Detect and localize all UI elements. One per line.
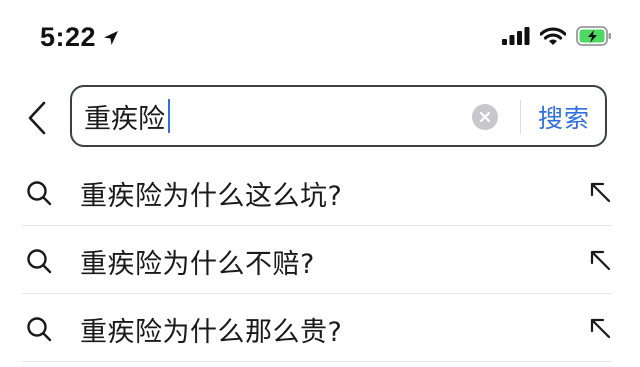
suggestion-item[interactable]: 重疾险为什么那么贵? bbox=[22, 294, 612, 362]
cellular-signal-icon bbox=[502, 27, 530, 49]
suggestion-text: 重疾险为什么不赔? bbox=[80, 249, 315, 280]
search-box[interactable]: 重疾险 搜索 bbox=[70, 85, 607, 147]
suggestion-text: 重疾险为什么那么贵? bbox=[80, 317, 343, 348]
search-submit-button[interactable]: 搜索 bbox=[538, 99, 590, 135]
suggestion-item[interactable]: 重疾险为什么这么坑? bbox=[22, 158, 612, 226]
status-icons bbox=[502, 26, 612, 50]
suggestion-item[interactable]: 重疾险为什么不赔? bbox=[22, 226, 612, 294]
wifi-icon bbox=[539, 26, 567, 50]
suggestion-list: 重疾险为什么这么坑? 重疾险为什么不赔? 重疾险为什么那么贵? bbox=[0, 158, 640, 362]
suggestion-text: 重疾险为什么这么坑? bbox=[80, 181, 343, 212]
search-input[interactable]: 重疾险 bbox=[84, 96, 170, 136]
search-row: 重疾险 搜索 bbox=[0, 84, 640, 152]
arrow-up-left-icon[interactable] bbox=[588, 316, 612, 340]
chevron-left-icon bbox=[28, 101, 46, 135]
search-icon bbox=[26, 180, 52, 210]
status-time: 5:22 bbox=[40, 22, 97, 52]
back-button[interactable] bbox=[22, 98, 52, 138]
battery-charging-icon bbox=[576, 26, 612, 50]
search-icon bbox=[26, 248, 52, 278]
arrow-up-left-icon[interactable] bbox=[588, 180, 612, 204]
text-caret bbox=[168, 99, 170, 133]
search-icon bbox=[26, 316, 52, 346]
arrow-up-left-icon[interactable] bbox=[588, 248, 612, 272]
clear-input-button[interactable] bbox=[472, 104, 498, 130]
status-bar: 5:22 bbox=[0, 0, 640, 74]
status-time-group: 5:22 bbox=[40, 22, 120, 53]
search-input-value: 重疾险 bbox=[84, 103, 165, 135]
location-arrow-icon bbox=[102, 29, 120, 47]
close-icon bbox=[479, 111, 491, 123]
search-divider bbox=[520, 100, 521, 134]
